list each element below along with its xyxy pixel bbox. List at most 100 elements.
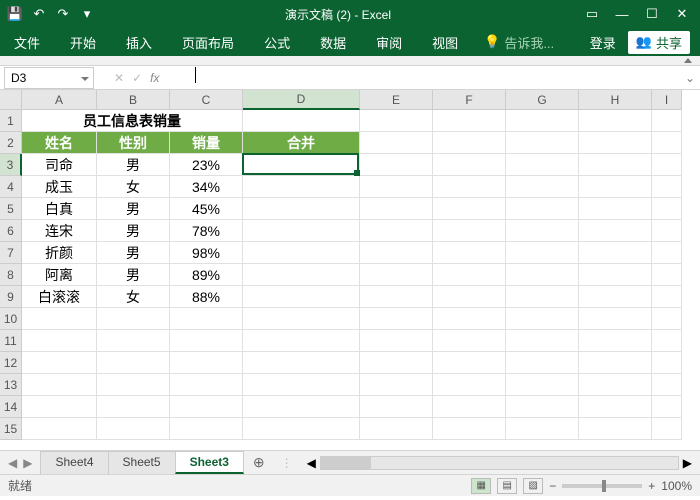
cell[interactable] [243, 242, 360, 264]
cell[interactable]: 78% [170, 220, 243, 242]
cell[interactable] [579, 154, 652, 176]
cell[interactable] [243, 110, 360, 132]
cell[interactable] [652, 330, 682, 352]
cell[interactable] [243, 220, 360, 242]
tell-me-search[interactable]: 💡 告诉我... [484, 33, 554, 52]
cell[interactable] [506, 396, 579, 418]
column-header[interactable]: E [360, 90, 433, 110]
cell[interactable] [243, 374, 360, 396]
tab-review[interactable]: 审阅 [372, 29, 406, 56]
row-header[interactable]: 1 [0, 110, 22, 132]
cell[interactable] [243, 396, 360, 418]
cell[interactable]: 男 [97, 264, 170, 286]
cell[interactable] [433, 220, 506, 242]
cell[interactable] [652, 220, 682, 242]
cell[interactable] [506, 352, 579, 374]
sheet-nav-prev-icon[interactable]: ◀ [8, 456, 17, 470]
cell[interactable] [652, 396, 682, 418]
row-header[interactable]: 8 [0, 264, 22, 286]
cell[interactable]: 34% [170, 176, 243, 198]
row-header[interactable]: 9 [0, 286, 22, 308]
merged-title-cell[interactable]: 员工信息表销量 [22, 110, 243, 132]
cell[interactable] [579, 264, 652, 286]
formula-expand-icon[interactable]: ⌄ [680, 71, 700, 85]
cell[interactable]: 折颜 [22, 242, 97, 264]
cell[interactable] [22, 330, 97, 352]
cell[interactable] [652, 374, 682, 396]
cell[interactable] [579, 308, 652, 330]
cell[interactable] [579, 242, 652, 264]
scroll-left-icon[interactable]: ◀ [307, 456, 316, 470]
cell[interactable] [360, 154, 433, 176]
cell[interactable] [433, 154, 506, 176]
cell[interactable]: 姓名 [22, 132, 97, 154]
cell[interactable] [360, 110, 433, 132]
cell[interactable] [170, 418, 243, 440]
view-normal-icon[interactable]: ▦ [471, 478, 491, 494]
cell[interactable] [506, 242, 579, 264]
view-page-layout-icon[interactable]: ▤ [497, 478, 517, 494]
cell[interactable] [360, 132, 433, 154]
cell[interactable] [579, 330, 652, 352]
cell[interactable]: 男 [97, 154, 170, 176]
cell[interactable] [243, 264, 360, 286]
row-header[interactable]: 6 [0, 220, 22, 242]
cell[interactable] [506, 198, 579, 220]
cell[interactable]: 男 [97, 220, 170, 242]
row-header[interactable]: 11 [0, 330, 22, 352]
cell[interactable] [22, 418, 97, 440]
cell[interactable] [97, 308, 170, 330]
column-header[interactable]: B [97, 90, 170, 110]
fx-icon[interactable]: fx [150, 71, 159, 85]
cell[interactable] [243, 330, 360, 352]
cell[interactable] [170, 308, 243, 330]
formula-input[interactable] [159, 67, 680, 89]
cell[interactable]: 女 [97, 286, 170, 308]
cell[interactable] [506, 330, 579, 352]
cell[interactable] [170, 396, 243, 418]
cell[interactable] [652, 242, 682, 264]
name-box[interactable]: D3 [4, 67, 94, 89]
cell[interactable]: 白滚滚 [22, 286, 97, 308]
zoom-slider[interactable] [562, 484, 642, 488]
zoom-level[interactable]: 100% [661, 479, 692, 493]
column-header[interactable]: I [652, 90, 682, 110]
cell[interactable] [506, 264, 579, 286]
ribbon-collapsed-strip[interactable] [0, 56, 700, 66]
undo-icon[interactable]: ↶ [28, 3, 50, 25]
cell[interactable]: 45% [170, 198, 243, 220]
column-header[interactable]: H [579, 90, 652, 110]
cell[interactable] [506, 418, 579, 440]
row-header[interactable]: 15 [0, 418, 22, 440]
sheet-tab[interactable]: Sheet4 [40, 451, 108, 474]
sheet-nav-next-icon[interactable]: ▶ [23, 456, 32, 470]
cell[interactable]: 白真 [22, 198, 97, 220]
cell[interactable] [433, 374, 506, 396]
cell[interactable] [652, 308, 682, 330]
cell[interactable] [97, 352, 170, 374]
cell[interactable]: 销量 [170, 132, 243, 154]
cell[interactable] [506, 132, 579, 154]
cell[interactable]: 合并 [243, 132, 360, 154]
cell[interactable] [579, 220, 652, 242]
cell[interactable]: 23% [170, 154, 243, 176]
row-header[interactable]: 13 [0, 374, 22, 396]
cell[interactable] [506, 286, 579, 308]
cell[interactable]: 98% [170, 242, 243, 264]
cell[interactable] [243, 286, 360, 308]
cell[interactable]: 89% [170, 264, 243, 286]
view-page-break-icon[interactable]: ▧ [523, 478, 543, 494]
close-icon[interactable]: ✕ [668, 3, 696, 25]
cell[interactable] [506, 220, 579, 242]
tab-view[interactable]: 视图 [428, 29, 462, 56]
cell[interactable] [243, 198, 360, 220]
share-button[interactable]: 👥 共享 [628, 31, 690, 54]
cell[interactable] [360, 242, 433, 264]
tab-home[interactable]: 开始 [66, 29, 100, 56]
cell[interactable]: 性别 [97, 132, 170, 154]
cell[interactable] [579, 286, 652, 308]
cell[interactable] [433, 110, 506, 132]
cell[interactable] [433, 330, 506, 352]
tab-file[interactable]: 文件 [10, 29, 44, 56]
cancel-formula-icon[interactable]: ✕ [114, 71, 124, 85]
